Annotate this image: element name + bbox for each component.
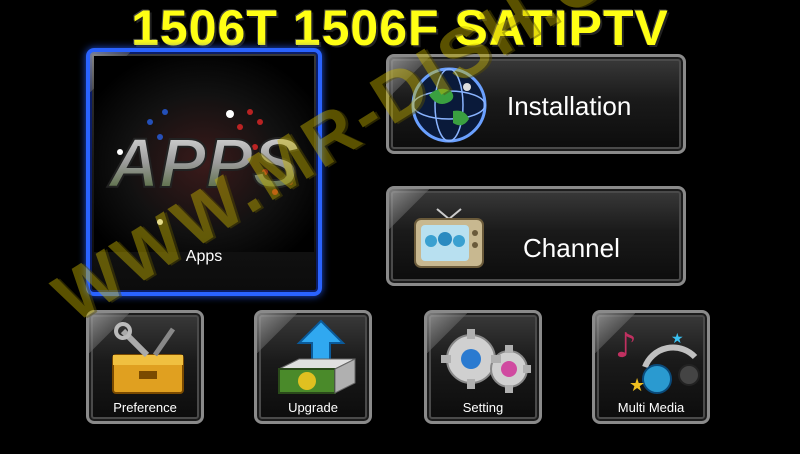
channel-label: Channel [523,233,620,263]
apps-logo-icon: APPS [94,56,314,252]
multimedia-tile[interactable]: ♪ ★ ★ Multi Media [592,310,710,424]
upgrade-tile[interactable]: Upgrade [254,310,372,424]
globe-icon [411,67,487,143]
setting-tile[interactable]: Setting [424,310,542,424]
svg-text:★: ★ [671,331,684,347]
upgrade-label: Upgrade [288,400,338,415]
svg-text:APPS: APPS [107,124,300,202]
setting-label: Setting [462,400,504,415]
channel-tile[interactable]: Channel [386,186,686,286]
apps-label: Apps [185,248,223,265]
tv-icon [414,208,484,268]
preference-label: Preference [113,400,177,415]
upgrade-icon [278,319,356,394]
headphones-music-icon: ♪ ★ ★ [615,326,700,396]
apps-tile[interactable]: APPS Apps [86,48,322,296]
svg-text:★: ★ [629,375,645,396]
multimedia-label: Multi Media [617,400,685,415]
preference-tile[interactable]: Preference [86,310,204,424]
installation-label: Installation [507,91,632,121]
gear-icon [441,329,531,393]
installation-tile[interactable]: Installation [386,54,686,154]
svg-text:♪: ♪ [615,326,637,366]
toolbox-icon [112,322,184,394]
